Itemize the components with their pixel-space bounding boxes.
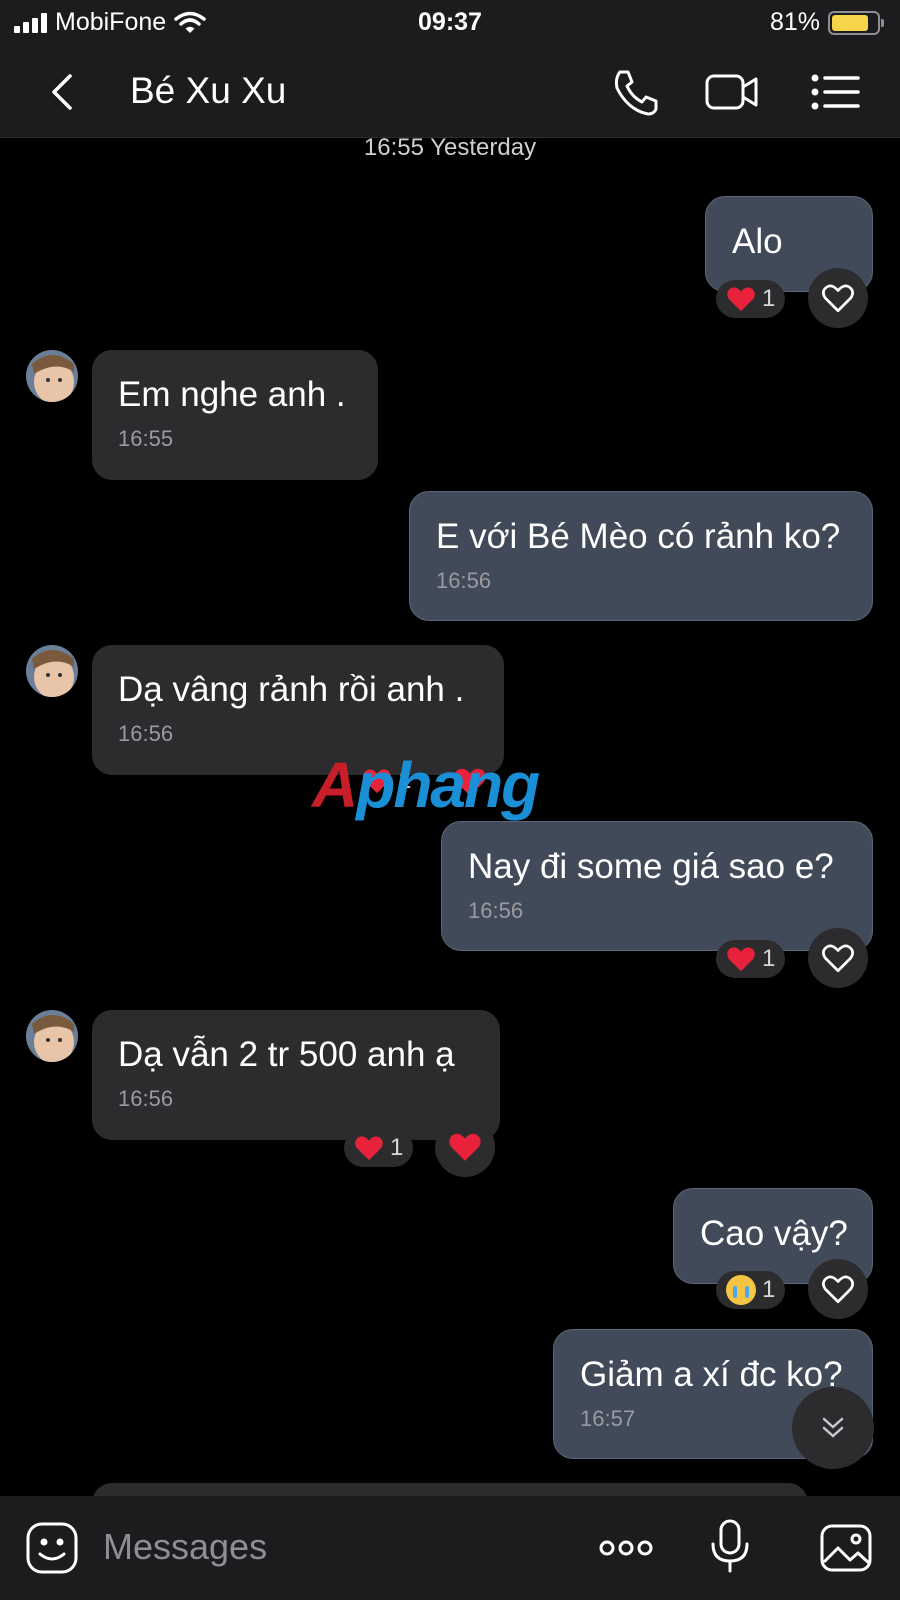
microphone-icon[interactable] bbox=[702, 1518, 758, 1574]
scroll-to-bottom-button[interactable] bbox=[792, 1387, 874, 1469]
message-time: 16:56 bbox=[468, 898, 524, 923]
heart-outline-icon bbox=[822, 944, 854, 973]
watermark-logo: Aphang bbox=[312, 749, 540, 821]
message-time: 16:55 bbox=[118, 426, 174, 451]
contact-name[interactable]: Bé Xu Xu bbox=[130, 70, 286, 112]
double-chevron-down-icon bbox=[822, 1417, 844, 1438]
reaction-summary[interactable]: 1 bbox=[716, 280, 786, 318]
reaction-count: 1 bbox=[762, 945, 776, 972]
message-text: E với Bé Mèo có rảnh ko? bbox=[436, 517, 841, 556]
battery-percent: 81% bbox=[769, 8, 820, 36]
crying-face-icon bbox=[726, 1275, 756, 1305]
heart-icon bbox=[727, 947, 755, 972]
video-call-icon[interactable] bbox=[704, 66, 760, 118]
message-input[interactable]: Messages bbox=[103, 1526, 267, 1568]
child-face-image bbox=[26, 645, 78, 697]
message-time: 16:56 bbox=[436, 568, 492, 593]
chat-header: Bé Xu Xu bbox=[0, 46, 900, 138]
message-text: Nay đi some giá sao e? bbox=[468, 847, 834, 886]
reaction-summary[interactable]: 1 bbox=[716, 1271, 786, 1309]
back-chevron-icon[interactable] bbox=[40, 68, 88, 116]
react-button[interactable] bbox=[808, 928, 868, 988]
heart-icon bbox=[449, 1133, 481, 1161]
message-text: Cao vậy? bbox=[700, 1214, 848, 1253]
menu-list-icon[interactable] bbox=[808, 66, 864, 118]
reaction-summary[interactable]: 1 bbox=[344, 1129, 414, 1167]
reaction-summary[interactable]: 1 bbox=[716, 940, 786, 978]
message-text: Em nghe anh . bbox=[118, 375, 346, 414]
contact-avatar[interactable] bbox=[26, 350, 78, 402]
message-text: Giảm a xí đc ko? bbox=[580, 1355, 843, 1394]
react-button[interactable] bbox=[808, 1259, 868, 1319]
message-composer: Messages bbox=[0, 1496, 900, 1600]
reaction-count: 1 bbox=[762, 1276, 776, 1303]
image-gallery-icon[interactable] bbox=[818, 1520, 874, 1576]
phone-call-icon[interactable] bbox=[608, 66, 664, 118]
sticker-icon[interactable] bbox=[24, 1520, 80, 1576]
message-text: Dạ vẫn 2 tr 500 anh ạ bbox=[118, 1035, 455, 1074]
message-bubble-outgoing[interactable]: E với Bé Mèo có rảnh ko? 16:56 bbox=[409, 491, 873, 621]
battery-status: 81% bbox=[769, 8, 884, 37]
reaction-count: 1 bbox=[390, 1134, 404, 1161]
message-text: Dạ vâng rảnh rồi anh . bbox=[118, 670, 465, 709]
heart-icon bbox=[355, 1136, 383, 1161]
battery-icon bbox=[828, 10, 884, 35]
child-face-image bbox=[26, 1010, 78, 1062]
status-bar: MobiFone 09:37 81% bbox=[0, 0, 900, 46]
heart-icon bbox=[727, 287, 755, 312]
more-options-icon[interactable] bbox=[598, 1520, 654, 1576]
message-text: Alo bbox=[732, 222, 783, 261]
react-button[interactable] bbox=[435, 1117, 495, 1177]
message-bubble-incoming[interactable]: Dạ vẫn 2 tr 500 anh ạ 16:56 bbox=[92, 1010, 500, 1140]
reaction-count: 1 bbox=[762, 285, 776, 312]
child-face-image bbox=[26, 350, 78, 402]
contact-avatar[interactable] bbox=[26, 645, 78, 697]
heart-outline-icon bbox=[822, 284, 854, 313]
message-bubble-incoming[interactable]: Em nghe anh . 16:55 bbox=[92, 350, 378, 480]
react-button[interactable] bbox=[808, 268, 868, 328]
heart-outline-icon bbox=[822, 1275, 854, 1304]
contact-avatar[interactable] bbox=[26, 1010, 78, 1062]
message-time: 16:56 bbox=[118, 1086, 174, 1111]
message-time: 16:56 bbox=[118, 721, 174, 746]
date-separator: 16:55 Yesterday bbox=[363, 134, 537, 161]
message-bubble-outgoing[interactable]: Nay đi some giá sao e? 16:56 bbox=[441, 821, 873, 951]
clock: 09:37 bbox=[418, 8, 482, 36]
